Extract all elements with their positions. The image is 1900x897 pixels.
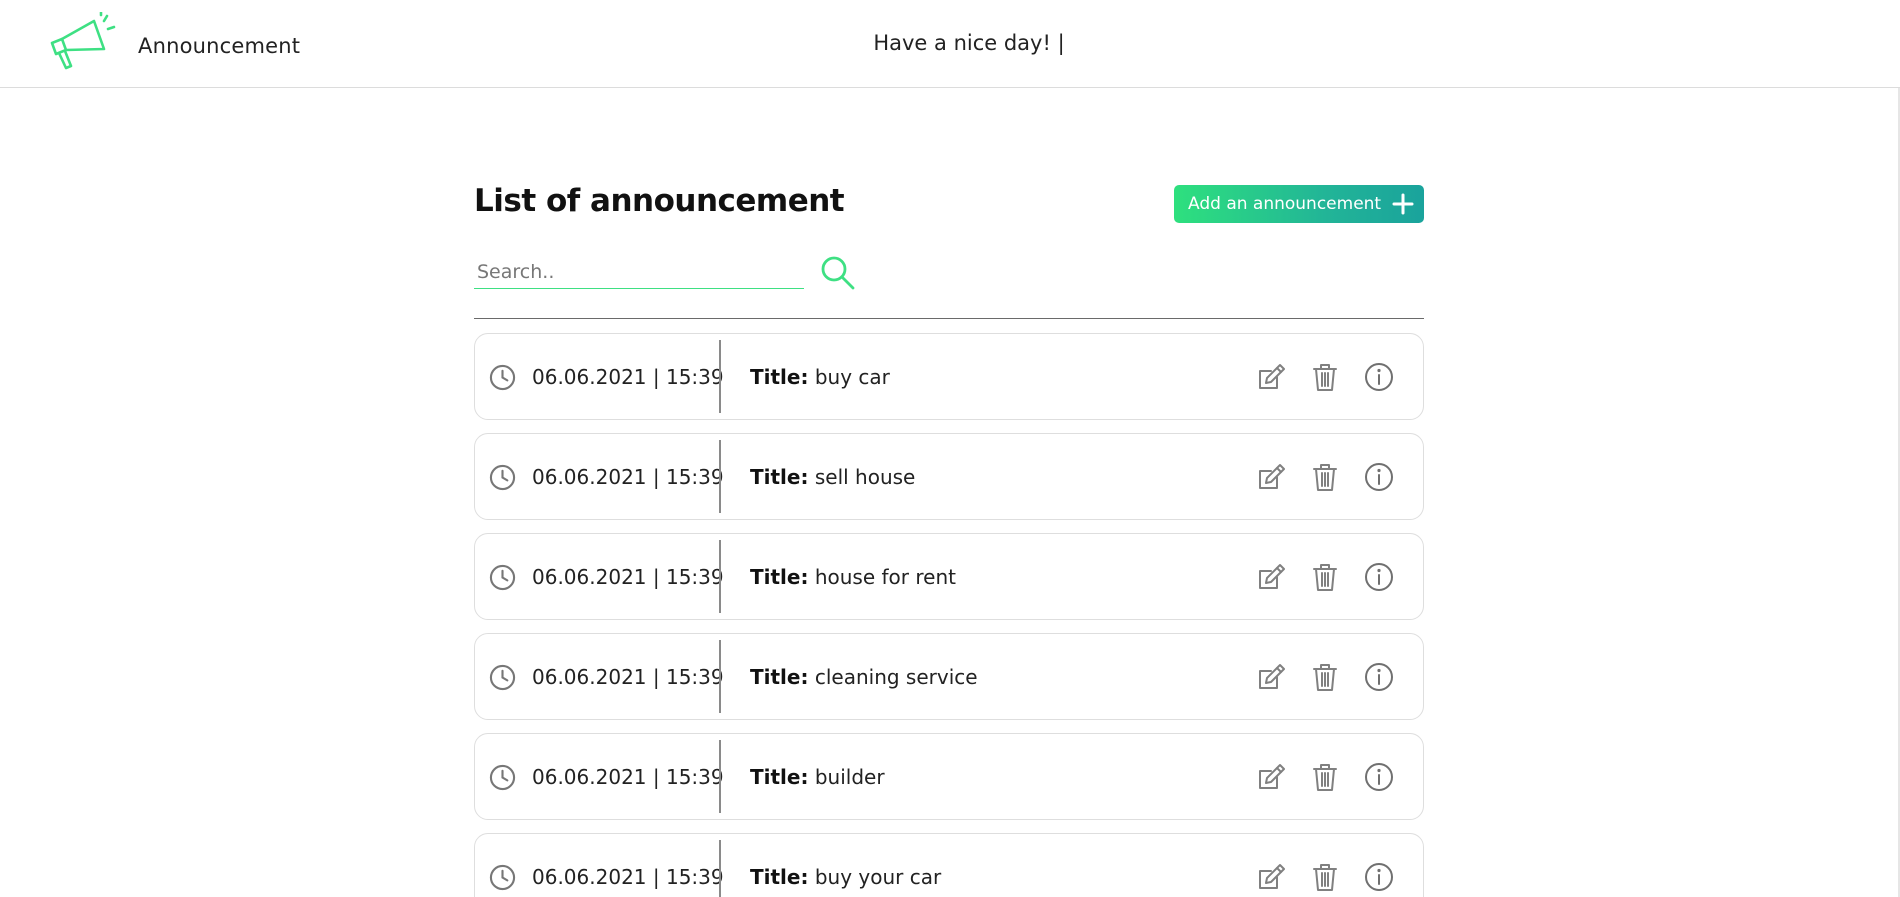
announcement-row[interactable]: 06.06.2021 | 15:39 Title: buy your car [474,833,1424,897]
edit-icon[interactable] [1255,661,1287,693]
announcement-row[interactable]: 06.06.2021 | 15:39 Title: cleaning servi… [474,633,1424,720]
trash-icon[interactable] [1309,661,1341,693]
list-divider [474,318,1424,319]
plus-icon [1392,193,1414,215]
trash-icon[interactable] [1309,461,1341,493]
announcement-title: Title: sell house [750,465,915,489]
info-icon[interactable] [1363,761,1395,793]
info-icon[interactable] [1363,561,1395,593]
trash-icon[interactable] [1309,361,1341,393]
row-separator [719,740,721,813]
title-label: Title: [750,565,809,589]
clock-icon [489,764,516,791]
announcement-title: Title: cleaning service [750,665,978,689]
title-label: Title: [750,465,809,489]
clock-icon [489,364,516,391]
announcement-row[interactable]: 06.06.2021 | 15:39 Title: sell house [474,433,1424,520]
title-value: house for rent [814,565,956,589]
announcement-datetime: 06.06.2021 | 15:39 [532,465,724,489]
search-field [474,255,804,289]
announcement-row[interactable]: 06.06.2021 | 15:39 Title: buy car [474,333,1424,420]
add-announcement-button[interactable]: Add an announcement [1174,185,1424,223]
edit-icon[interactable] [1255,361,1287,393]
clock-icon [489,464,516,491]
row-separator [719,440,721,513]
title-label: Title: [750,765,809,789]
title-value: buy car [814,365,890,389]
clock-icon [489,664,516,691]
announcement-title: Title: builder [750,765,885,789]
announcement-datetime: 06.06.2021 | 15:39 [532,665,724,689]
announcement-row[interactable]: 06.06.2021 | 15:39 Title: house for rent [474,533,1424,620]
title-value: buy your car [814,865,942,889]
trash-icon[interactable] [1309,861,1341,893]
row-separator [719,340,721,413]
edit-icon[interactable] [1255,861,1287,893]
announcement-row[interactable]: 06.06.2021 | 15:39 Title: builder [474,733,1424,820]
title-value: cleaning service [814,665,978,689]
clock-icon [489,864,516,891]
announcement-datetime: 06.06.2021 | 15:39 [532,765,724,789]
row-separator [719,540,721,613]
title-value: builder [814,765,885,789]
info-icon[interactable] [1363,661,1395,693]
top-bar: Announcement Have a nice day! | [0,0,1900,88]
title-value: sell house [814,465,916,489]
row-separator [719,840,721,897]
announcement-title: Title: buy car [750,365,890,389]
trash-icon[interactable] [1309,561,1341,593]
search-icon[interactable] [820,255,856,291]
title-label: Title: [750,665,809,689]
add-announcement-label: Add an announcement [1188,194,1382,214]
info-icon[interactable] [1363,861,1395,893]
title-label: Title: [750,365,809,389]
announcement-datetime: 06.06.2021 | 15:39 [532,565,724,589]
announcement-title: Title: buy your car [750,865,941,889]
greeting-text: Have a nice day! | [873,31,1065,55]
edit-icon[interactable] [1255,761,1287,793]
row-separator [719,640,721,713]
edit-icon[interactable] [1255,561,1287,593]
info-icon[interactable] [1363,461,1395,493]
page-title: List of announcement [474,183,845,219]
info-icon[interactable] [1363,361,1395,393]
announcement-title: Title: house for rent [750,565,956,589]
announcement-datetime: 06.06.2021 | 15:39 [532,365,724,389]
search-input[interactable] [474,255,804,288]
announcement-list: 06.06.2021 | 15:39 Title: buy car 06.06.… [474,333,1424,897]
edit-icon[interactable] [1255,461,1287,493]
trash-icon[interactable] [1309,761,1341,793]
clock-icon [489,564,516,591]
announcement-datetime: 06.06.2021 | 15:39 [532,865,724,889]
title-label: Title: [750,865,809,889]
